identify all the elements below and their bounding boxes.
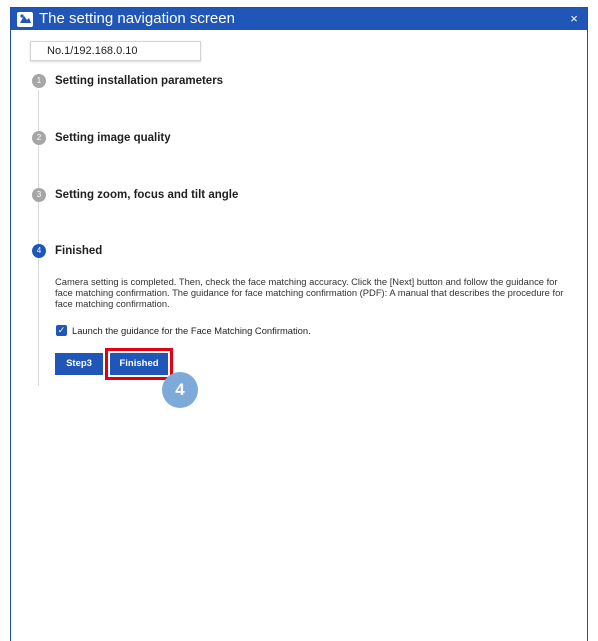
step-4-label: Finished xyxy=(55,245,103,257)
step-4-indicator: 4 xyxy=(32,244,46,258)
callout-badge: 4 xyxy=(162,372,198,408)
camera-address-field: No.1/192.168.0.10 xyxy=(30,41,201,61)
launch-guidance-label[interactable]: Launch the guidance for the Face Matchin… xyxy=(72,324,311,337)
app-icon xyxy=(17,12,33,27)
checkbox-checked-icon[interactable]: ✓ xyxy=(56,325,67,336)
step-2-label[interactable]: Setting image quality xyxy=(55,131,171,145)
finished-button-highlight xyxy=(105,348,173,380)
step-1-indicator: 1 xyxy=(32,74,46,88)
completion-description: Camera setting is completed. Then, check… xyxy=(55,276,564,309)
step3-button[interactable]: Step3 xyxy=(55,353,103,375)
step-3-indicator: 3 xyxy=(32,188,46,202)
step-2-indicator: 2 xyxy=(32,131,46,145)
window-title: The setting navigation screen xyxy=(39,10,235,27)
setting-navigation-window: The setting navigation screen × No.1/192… xyxy=(10,7,588,641)
step-1-label[interactable]: Setting installation parameters xyxy=(55,74,223,88)
title-bar: The setting navigation screen × xyxy=(11,8,587,30)
step-3-label[interactable]: Setting zoom, focus and tilt angle xyxy=(55,188,238,202)
close-icon[interactable]: × xyxy=(564,9,584,29)
